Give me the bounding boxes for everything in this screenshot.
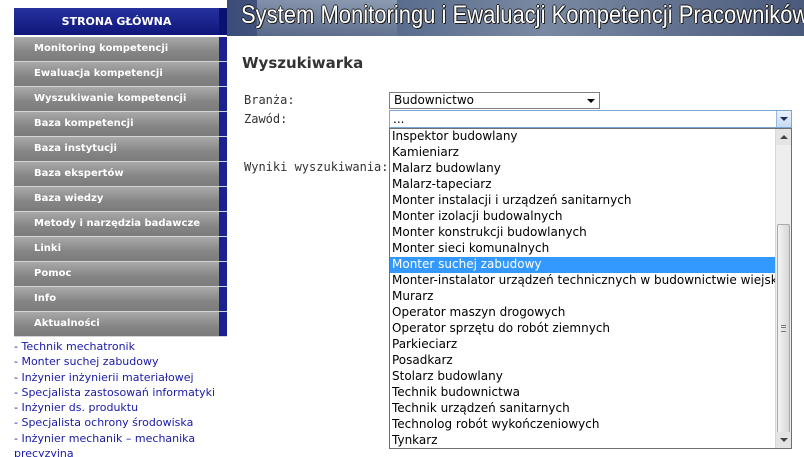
option-item[interactable]: Stolarz budowlany	[390, 369, 776, 385]
option-item[interactable]: Technik budownictwa	[390, 385, 776, 401]
option-item[interactable]: Malarz budowlany	[390, 161, 776, 177]
zawod-label: Zawód:	[244, 112, 288, 126]
scrollbar-thumb[interactable]	[777, 224, 790, 434]
option-item[interactable]: Monter izolacji budowalnych	[390, 209, 776, 225]
menu-item-baza-ekspertow[interactable]: Baza ekspertów	[14, 162, 227, 187]
option-item[interactable]: Technolog robót wykończeniowych	[390, 417, 776, 433]
option-item[interactable]: Kamieniarz	[390, 145, 776, 161]
option-item[interactable]: Murarz	[390, 289, 776, 305]
option-item[interactable]: Parkieciarz	[390, 337, 776, 353]
menu-item-metody[interactable]: Metody i narzędzia badawcze	[14, 212, 227, 237]
news-list: - Technik mechatronik - Monter suchej za…	[14, 339, 227, 457]
menu-item-pomoc[interactable]: Pomoc	[14, 262, 227, 287]
home-button[interactable]: STRONA GŁÓWNA	[14, 8, 227, 35]
menu-item-baza-wiedzy[interactable]: Baza wiedzy	[14, 187, 227, 212]
menu-item-linki[interactable]: Linki	[14, 237, 227, 262]
news-link[interactable]: - Technik mechatronik	[14, 339, 227, 354]
news-link[interactable]: - Specjalista zastosowań informatyki	[14, 385, 227, 400]
menu-item-aktualnosci[interactable]: Aktualności	[14, 312, 227, 337]
scroll-down-icon[interactable]	[776, 432, 791, 448]
menu-item-baza-kompetencji[interactable]: Baza kompetencji	[14, 112, 227, 137]
news-link[interactable]: - Inżynier inżynierii materiałowej	[14, 370, 227, 385]
menu-item-info[interactable]: Info	[14, 287, 227, 312]
branza-select[interactable]: Budownictwo	[389, 92, 600, 109]
zawod-options-list[interactable]: Inspektor budowlany Kamieniarz Malarz bu…	[389, 128, 792, 449]
news-link[interactable]: - Inżynier mechanik – mechanika precyzyj…	[14, 431, 219, 457]
results-label: Wyniki wyszukiwania:	[244, 160, 389, 174]
sidebar: STRONA GŁÓWNA Monitoring kompetencji Ewa…	[0, 0, 227, 457]
option-item[interactable]: Technik urządzeń sanitarnych	[390, 401, 776, 417]
menu-item-ewaluacja[interactable]: Ewaluacja kompetencji	[14, 62, 227, 87]
branza-label: Branża:	[244, 93, 295, 107]
option-item[interactable]: Tynkarz	[390, 433, 776, 448]
branza-select-value: Budownictwo	[394, 93, 475, 107]
option-item[interactable]: Inspektor budowlany	[390, 129, 776, 145]
option-item[interactable]: Operator sprzętu do robót ziemnych	[390, 321, 776, 337]
option-item[interactable]: Monter konstrukcji budowlanych	[390, 225, 776, 241]
option-item[interactable]: Monter-instalator urządzeń technicznych …	[390, 273, 776, 289]
news-link[interactable]: - Monter suchej zabudowy	[14, 354, 227, 369]
menu-item-monitoring[interactable]: Monitoring kompetencji	[14, 37, 227, 62]
option-item-highlighted[interactable]: Monter suchej zabudowy	[390, 257, 776, 273]
home-button-label: STRONA GŁÓWNA	[61, 15, 172, 28]
zawod-select-value: ...	[393, 112, 405, 126]
menu-item-wyszukiwanie[interactable]: Wyszukiwanie kompetencji	[14, 87, 227, 112]
option-item[interactable]: Monter instalacji i urządzeń sanitarnych	[390, 193, 776, 209]
news-link[interactable]: - Inżynier ds. produktu	[14, 400, 227, 415]
header-banner: System Monitoringu i Ewaluacji Kompetenc…	[227, 0, 804, 36]
zawod-select[interactable]: ...	[389, 110, 792, 128]
news-link[interactable]: - Specjalista ochrony środowiska	[14, 415, 227, 430]
sidebar-menu: Monitoring kompetencji Ewaluacja kompete…	[14, 37, 227, 337]
chevron-down-icon	[587, 99, 595, 103]
option-item[interactable]: Operator maszyn drogowych	[390, 305, 776, 321]
scroll-up-icon[interactable]	[776, 129, 791, 145]
options-scrollbar[interactable]	[775, 129, 791, 448]
menu-item-baza-instytucji[interactable]: Baza instytucji	[14, 137, 227, 162]
chevron-down-icon[interactable]	[776, 111, 791, 127]
option-item[interactable]: Monter sieci komunalnych	[390, 241, 776, 257]
option-item[interactable]: Posadkarz	[390, 353, 776, 369]
page-title: Wyszukiwarka	[242, 54, 364, 72]
banner-title: System Monitoringu i Ewaluacji Kompetenc…	[241, 1, 804, 29]
option-item[interactable]: Malarz-tapeciarz	[390, 177, 776, 193]
